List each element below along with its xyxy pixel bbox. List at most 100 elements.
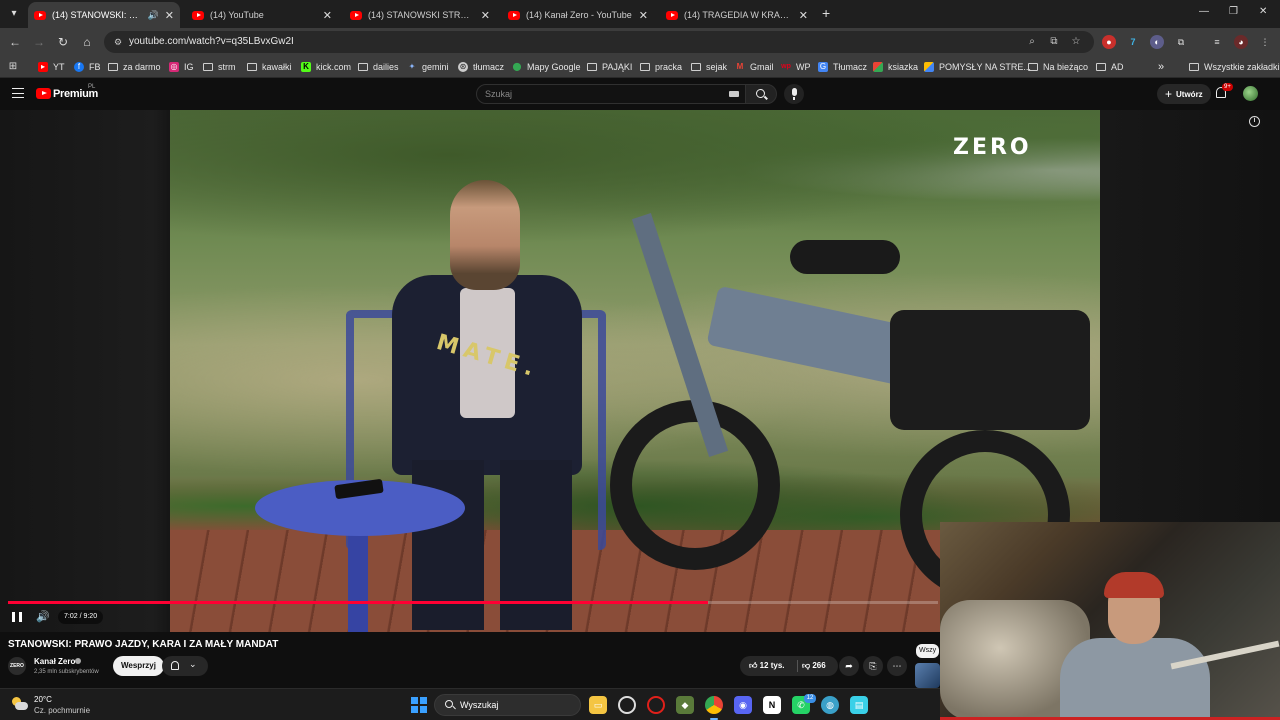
zoom-lens-icon[interactable]: ⌕ [1026,36,1038,48]
notification-count-badge: 9+ [1222,83,1233,91]
video-progress-bar[interactable] [8,601,938,604]
close-tab-icon[interactable]: ✕ [639,9,648,22]
weather-condition[interactable]: Cz. pochmurnie [34,706,90,715]
youtube-logo-icon[interactable] [36,88,51,99]
opera-icon[interactable] [647,696,665,714]
tab-stanowski-prawo[interactable]: (14) STANOWSKI: PRAWO J... 🔊 ✕ [28,2,180,28]
bookmark-pracka[interactable]: pracka [640,60,682,74]
bookmark-sejak[interactable]: sejak [691,60,727,74]
subscription-bell-button[interactable]: ⌄ [162,656,208,676]
browser-menu-icon[interactable]: ⋮ [1258,35,1272,49]
gmail-icon: M [736,62,744,71]
save-button[interactable]: ⎘ [863,656,883,676]
all-bookmarks-folder[interactable]: Wszystkie zakładki [1189,60,1280,74]
apps-grid-icon[interactable]: ⊞ [8,60,23,74]
address-bar[interactable]: ⚙ youtube.com/watch?v=q35LBvxGw2I ⌕ ⧉ ☆ [104,31,1094,53]
keyboard-icon[interactable] [729,91,739,97]
bookmark-gemini[interactable]: ✦ gemini [407,60,449,74]
bookmark-mapy-google[interactable]: ⬤ Mapy Google [512,60,581,74]
bookmark-na-biezaco[interactable]: Na bieżąco [1028,60,1088,74]
bookmark-za-darmo[interactable]: za darmo [108,60,161,74]
forward-arrow-icon[interactable]: → [31,34,47,50]
home-icon[interactable]: ⌂ [79,34,95,50]
partly-cloudy-icon[interactable] [12,697,28,711]
bookmark-gmail[interactable]: M Gmail [735,60,774,74]
windows-start-icon[interactable] [411,697,427,713]
extensions-puzzle-icon[interactable]: ⧉ [1174,35,1188,49]
close-window-icon[interactable]: ✕ [1259,6,1267,17]
more-actions-button[interactable]: ⋯ [887,656,907,676]
bookmark-wp[interactable]: wp WP [781,60,810,74]
back-arrow-icon[interactable]: ← [7,34,23,50]
bookmark-tlumacz-google[interactable]: G Tłumacz [818,60,867,74]
volume-icon[interactable]: 🔊 [36,610,50,624]
media-controls-icon[interactable]: ≡ [1210,35,1224,49]
folder-icon [358,63,368,71]
account-avatar[interactable] [1243,86,1258,101]
pause-icon[interactable] [12,612,22,622]
close-tab-icon[interactable]: ✕ [165,9,174,22]
close-tab-icon[interactable]: ✕ [799,9,808,22]
bookmark-ksiazka[interactable]: ksiazka [873,60,918,74]
install-app-icon[interactable]: ⧉ [1048,36,1060,48]
search-button[interactable] [745,84,777,104]
share-button[interactable]: ➦ [839,656,859,676]
minimize-icon[interactable]: — [1199,6,1209,17]
tab-search-chevron-icon[interactable]: ▾ [6,6,22,22]
bookmark-star-icon[interactable]: ☆ [1070,36,1082,48]
shield-browser-icon[interactable]: ◆ [676,696,694,714]
site-info-icon[interactable]: ⚙ [112,36,124,48]
bookmark-pomysly[interactable]: POMYSŁY NA STRE... [924,60,1031,74]
bookmark-tlumacz[interactable]: ⊛ tłumacz [458,60,504,74]
tab-youtube[interactable]: (14) YouTube ✕ [186,2,338,28]
restore-icon[interactable]: ❐ [1229,6,1238,17]
tab-stanowski-stracil[interactable]: (14) STANOWSKI STRACIŁ PRAW... ✕ [344,2,496,28]
chrome-icon[interactable] [705,696,723,720]
bookmark-strm[interactable]: strm [203,60,236,74]
create-button[interactable]: + Utwórz [1157,84,1211,104]
app-settings-icon[interactable] [618,696,636,714]
voice-search-mic-icon[interactable] [784,84,804,104]
new-tab-plus-icon[interactable]: + [822,5,830,21]
bookmark-kawalki[interactable]: kawałki [247,60,292,74]
file-explorer-icon[interactable]: ▭ [589,696,607,714]
tab-kanal-zero[interactable]: (14) Kanał Zero - YouTube ✕ [502,2,654,28]
profile-avatar-icon[interactable]: ◕ [1234,35,1248,49]
speaker-icon[interactable]: 🔊 [148,10,159,21]
bookmark-pajaki[interactable]: PAJĄKI [587,60,632,74]
notepad-icon[interactable]: ▤ [850,696,868,714]
more-bookmarks-chevron-icon[interactable]: » [1158,60,1164,74]
channel-avatar[interactable]: ZERO [8,657,26,675]
close-tab-icon[interactable]: ✕ [323,9,332,22]
support-button[interactable]: Wesprzyj [113,656,164,676]
bike-rear-bag [890,310,1090,430]
filter-chip-all[interactable]: Wszy [916,644,940,658]
vpn-extension-icon[interactable]: ◐ [1150,35,1164,49]
bookmark-dailies[interactable]: dailies [358,60,399,74]
hamburger-menu-icon[interactable] [12,88,24,98]
bookmark-ig[interactable]: ◎ IG [169,60,194,74]
discord-icon[interactable]: ◉ [734,696,752,714]
notion-icon[interactable]: N [763,696,781,714]
url-text[interactable]: youtube.com/watch?v=q35LBvxGw2I [129,36,294,47]
youtube-favicon-icon [508,10,520,20]
edge-icon[interactable]: ◍ [821,696,839,714]
translate-extension-icon[interactable]: 7 [1126,35,1140,49]
search-input[interactable]: Szukaj [476,84,746,104]
reload-icon[interactable]: ↻ [55,34,71,50]
bookmark-yt[interactable]: ▸ YT [38,60,65,74]
info-icon[interactable]: i [1249,116,1260,127]
tab-tragedia[interactable]: (14) TRAGEDIA W KRAKOWIE, K... ✕ [660,2,814,28]
taskbar-search-input[interactable]: Wyszukaj [434,694,581,716]
recommended-thumbnail[interactable] [915,663,940,688]
weather-temperature[interactable]: 20°C [34,695,52,704]
bookmark-fb[interactable]: f FB [74,60,101,74]
bookmark-kick[interactable]: Kkick.com [301,60,351,74]
close-tab-icon[interactable]: ✕ [481,9,490,22]
record-extension-icon[interactable]: ● [1102,35,1116,49]
like-button[interactable]: 👍︎ 12 tys. [749,656,785,676]
bookmark-icon: ⎘ [869,661,877,671]
bookmark-ad[interactable]: AD [1096,60,1124,74]
dislike-button[interactable]: 👎︎ 266 [802,656,826,676]
channel-name[interactable]: Kanał Zero [34,657,75,666]
